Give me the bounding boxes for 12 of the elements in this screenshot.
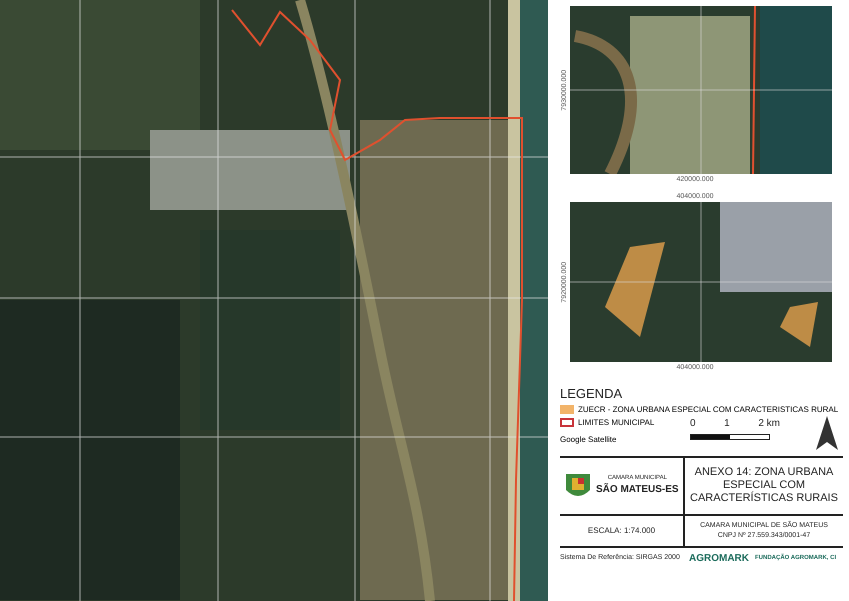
legend-label: LIMITES MUNICIPAL <box>578 416 654 428</box>
brand-logo: AGROMARK <box>689 552 749 566</box>
legend-label: ZUECR - ZONA URBANA ESPECIAL COM CARACTERISTICAS RURAL <box>578 404 838 416</box>
map-title: ANEXO 14: ZONA URBANA ESPECIAL COM CARACTERÍSTICAS RURAIS <box>689 466 839 505</box>
north-arrow-icon <box>816 416 838 450</box>
org-name: SÃO MATEUS-ES <box>596 482 679 497</box>
scale-label: 0 <box>690 416 696 430</box>
scale-label: 1 <box>724 416 730 430</box>
scale-label: 2 km <box>758 416 780 430</box>
legend-title: LEGENDA <box>560 385 624 403</box>
legend-label: Google Satellite <box>560 434 616 446</box>
scale-text: ESCALA: 1:74.000 <box>588 524 656 536</box>
